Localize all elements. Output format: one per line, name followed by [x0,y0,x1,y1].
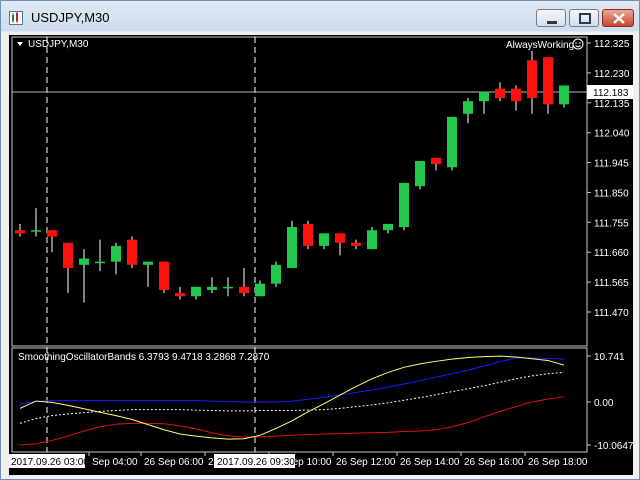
price-chart[interactable]: 112.325 112.230 112.135 112.040 111.945 111.8… [9,35,633,475]
candle-body [527,60,537,99]
time-tick-label: 26 Sep 12:00 [336,457,396,468]
candle-body [431,157,441,165]
candle-body [479,91,489,102]
minimize-button[interactable] [536,9,566,27]
candle-body [383,223,393,231]
candle-body [319,233,329,246]
candle-body [367,230,377,250]
expert-label: AlwaysWorking [506,40,574,51]
candle-body [463,101,473,114]
candle-body [191,286,201,297]
symbol-label: USDJPY,M30 [28,39,89,50]
time-tick-label: 26 Sep 06:00 [144,457,204,468]
candle-body [559,85,569,105]
middle-line [19,371,565,424]
main-panel-frame [11,36,588,347]
candle-body [15,230,25,234]
smiley-icon [572,38,584,50]
candle-body [335,233,345,243]
maximize-button[interactable] [569,9,599,27]
candle-body [127,239,137,265]
collapse-triangle-icon[interactable] [17,42,23,46]
price-tick-label: 111.850 [594,188,629,199]
candle-body [415,160,425,187]
candle-body [351,242,361,246]
candle-body [303,223,313,246]
close-icon [613,13,625,24]
time-tick-label: 26 Sep 16:00 [464,457,524,468]
candle-body [175,293,185,297]
candle-body [447,116,457,168]
price-tick-label: 112.230 [594,69,630,80]
window-title: USDJPY,M30 [31,10,110,25]
chart-window-icon [9,11,23,25]
time-tick-label: 26 Sep 14:00 [400,457,460,468]
price-tick-label: 111.755 [594,218,629,229]
indicator-tick-label: 0.00 [594,398,614,409]
candle-body [79,258,89,265]
time-tick-label: Sep 04:00 [92,457,138,468]
candle-body [239,286,249,294]
crosshair-time-left: 2017.09.26 03:00 [11,457,89,468]
candle-body [111,245,121,262]
candle-body [255,283,265,297]
title-bar[interactable]: USDJPY,M30 [1,1,639,35]
candle-body [495,88,505,99]
indicator-tick-label: 10.741 [594,352,625,363]
candle-body [271,264,281,284]
terminal-window: USDJPY,M30 112.325 112.230 112.135 112.040 1… [0,0,640,480]
price-tick-label: 112.325 [594,39,630,50]
candles-group [15,50,569,303]
candle-body [31,230,41,232]
price-tick-label: 111.660 [594,248,629,259]
crosshair-time-right: 2017.09.26 09:30 [217,457,295,468]
candle-body [159,261,169,290]
price-axis: 112.325 112.230 112.135 112.040 111.945 111.8… [587,39,630,319]
price-tick-label: 111.565 [594,278,629,289]
candle-body [287,227,297,268]
candle-body [543,57,553,105]
candle-body [63,242,73,268]
indicator-label: SmoothingOscillatorBands 6.3793 9.4718 3… [18,352,270,363]
candle-body [143,261,153,265]
current-price-label: 112.183 [593,88,629,99]
price-tick-label: 111.470 [594,308,629,319]
minimize-icon [547,21,557,24]
price-tick-label: 111.945 [594,159,629,170]
chart-area[interactable]: 112.325 112.230 112.135 112.040 111.945 111.8… [9,35,633,475]
candle-body [223,286,233,289]
price-tick-label: 112.135 [594,99,630,110]
price-tick-label: 112.040 [594,129,630,140]
candle-body [511,88,521,102]
candle-body [47,230,57,237]
candle-body [207,286,217,290]
candle-body [95,261,105,264]
upper-band-line [19,357,565,405]
close-button[interactable] [602,9,634,27]
indicator-axis: 10.741 0.00 -10.0647 [587,352,633,452]
restore-icon [579,13,591,24]
indicator-tick-label: -10.0647 [594,441,633,452]
indicator-lines [19,355,565,446]
time-tick-label: 26 Sep 18:00 [528,457,588,468]
candle-body [399,183,409,228]
time-axis: Sep 04:0026 Sep 06:0026 Sep 08:0026 Sep … [88,452,588,468]
